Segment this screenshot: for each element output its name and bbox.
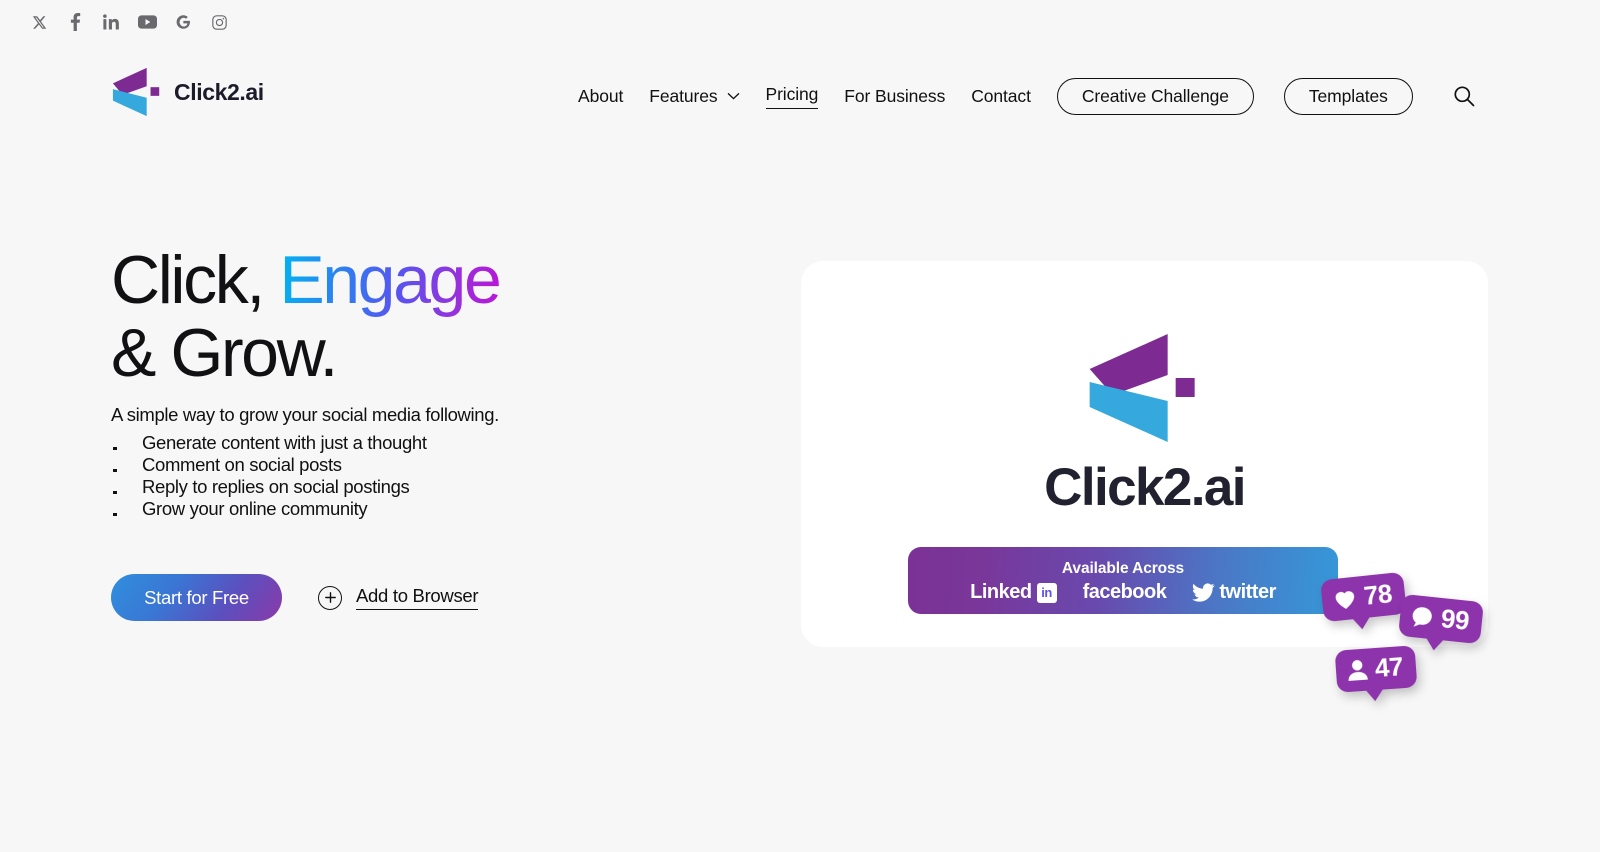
nav-item-contact[interactable]: Contact [971,86,1057,107]
badge-tail [1365,688,1385,702]
list-item: Generate content with just a thought [111,432,711,454]
twitter-bird-icon [1192,583,1216,602]
facebook-icon[interactable] [60,8,90,36]
platform-logo-row: Linked in facebook twitter [970,581,1276,604]
brand-logo-mark [112,67,160,117]
nav-item-about[interactable]: About [578,86,649,107]
card-brand-logo: Click2.ai [1044,327,1246,518]
headline-line2: & Grow. [111,315,338,391]
page-title: Click, Engage & Grow. [111,244,711,390]
bullet-dot-icon [113,446,117,450]
list-item: Reply to replies on social postings [111,476,711,498]
card-logo-mark [1089,334,1195,442]
platform-twitter-label: twitter [1219,581,1276,603]
badge-tail [1352,616,1372,631]
youtube-icon[interactable] [132,8,162,36]
notification-badge-comments: 99 [1398,593,1484,652]
bullet-dot-icon [113,468,117,472]
creative-challenge-button[interactable]: Creative Challenge [1056,77,1254,115]
heart-icon [1335,591,1355,609]
templates-button[interactable]: Templates [1283,77,1413,115]
likes-count: 78 [1362,578,1394,611]
start-for-free-button[interactable]: Start for Free [111,574,282,621]
plus-circle-icon [318,585,342,610]
x-twitter-icon[interactable] [24,8,54,36]
person-icon [1348,660,1368,681]
headline-line1-plain: Click, [111,242,280,318]
nav-item-features[interactable]: Features [649,86,765,107]
nav-item-for-business[interactable]: For Business [844,86,971,107]
site-header: Click2.ai About Features Pricing For Bus… [0,62,1600,130]
headline-gradient-word: Engage [279,242,501,318]
available-across-title: Available Across [1061,560,1185,577]
instagram-icon[interactable] [204,8,234,36]
linkedin-icon[interactable] [96,8,126,36]
chevron-down-icon [727,92,739,100]
nav-item-pricing-label: Pricing [765,83,819,104]
bullet-dot-icon [113,490,117,494]
card-brand-name: Click2.ai [1044,458,1246,517]
list-item: Grow your online community [111,498,711,520]
hero-subtitle: A simple way to grow your social media f… [111,404,499,425]
list-item: Comment on social posts [111,454,711,476]
search-icon[interactable] [1449,81,1479,111]
list-item-label: Grow your online community [142,498,368,519]
google-icon[interactable] [168,8,198,36]
add-to-browser-button[interactable]: Add to Browser [318,585,479,610]
bullet-dot-icon [113,512,117,516]
hero-cta-row: Start for Free Add to Browser [111,574,479,621]
brand-name: Click2.ai [174,78,264,105]
list-item-label: Comment on social posts [142,454,342,475]
platform-facebook-label: facebook [1082,581,1167,603]
followers-count: 47 [1373,651,1404,684]
platform-twitter: twitter [1192,581,1276,604]
platform-linkedin-label: Linked [970,581,1032,603]
notification-badge-likes: 78 [1320,571,1407,631]
list-item-label: Reply to replies on social postings [142,476,410,497]
linkedin-badge-icon: in [1036,582,1057,603]
comments-count: 99 [1439,603,1471,636]
comment-icon [1412,607,1432,627]
hero-feature-list: Generate content with just a thought Com… [111,432,711,520]
platform-linkedin: Linked in [970,581,1057,604]
main-navigation: About Features Pricing For Business Cont… [578,62,1479,130]
brand-logo[interactable]: Click2.ai [111,64,264,120]
badge-tail [1424,637,1444,652]
nav-item-pricing[interactable]: Pricing [765,83,819,109]
available-across-banner: Available Across Linked in facebook twit… [908,547,1338,614]
list-item-label: Generate content with just a thought [142,432,427,453]
nav-item-features-label: Features [649,85,718,106]
social-links-strip [24,8,234,36]
platform-facebook: facebook [1083,581,1167,604]
add-to-browser-label: Add to Browser [356,585,479,610]
notification-badge-followers: 47 [1334,645,1418,702]
hero-copy: Click, Engage & Grow. A simple way to gr… [111,244,711,520]
